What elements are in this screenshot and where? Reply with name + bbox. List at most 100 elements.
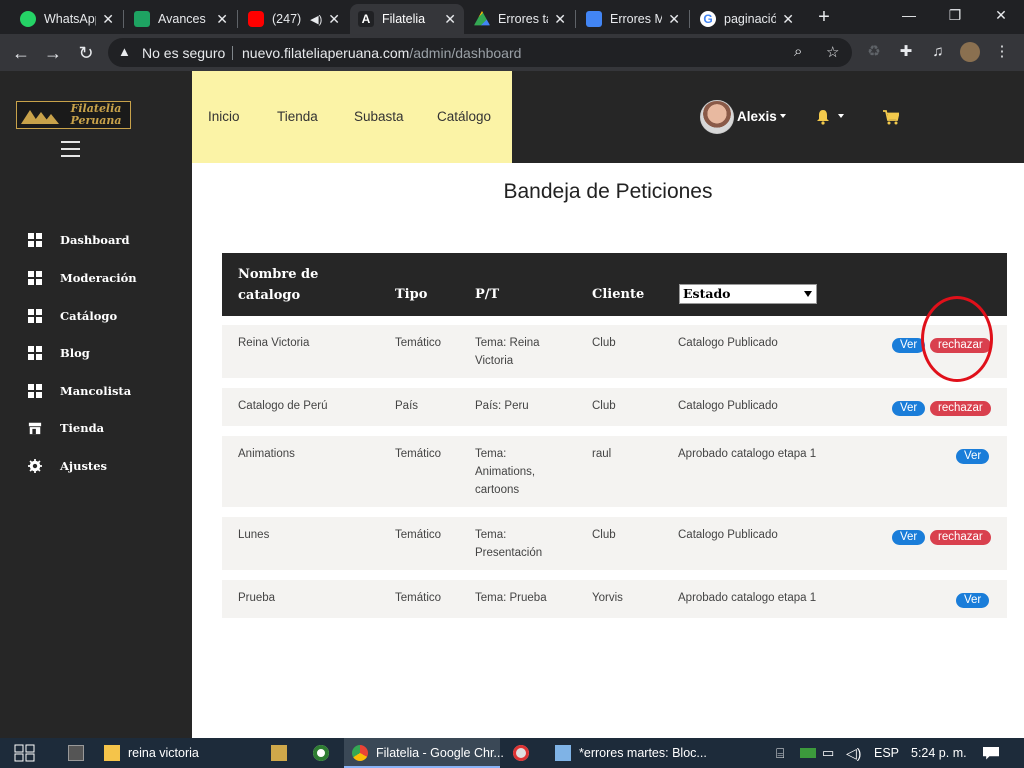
sidebar-item-label: Catálogo <box>60 309 118 323</box>
tab-filatelia[interactable]: A Filatelia ✕ <box>350 4 464 34</box>
cell-estado: Catalogo Publicado <box>678 400 778 412</box>
ver-button[interactable]: Ver <box>956 593 990 608</box>
rechazar-button[interactable]: rechazar <box>930 530 991 545</box>
browser-menu-icon[interactable]: ⋮ <box>992 42 1012 62</box>
close-window-button[interactable]: ✕ <box>978 0 1024 32</box>
zoom-search-icon[interactable]: ⌕ <box>794 43 802 60</box>
sidebar-item-dashboard[interactable]: Dashboard <box>28 230 130 250</box>
gear-icon <box>28 459 42 473</box>
cell-nombre: Reina Victoria <box>238 337 310 349</box>
extensions-puzzle-icon[interactable]: ✚ <box>896 42 916 62</box>
sidebar-item-blog[interactable]: Blog <box>28 343 90 363</box>
ver-button[interactable]: Ver <box>892 401 926 416</box>
back-button[interactable]: ← <box>8 40 34 66</box>
taskbar-item-folder[interactable]: reina victoria <box>104 738 226 768</box>
warning-icon[interactable]: ▲ <box>118 44 131 59</box>
network-tool-icon[interactable] <box>271 738 295 768</box>
cell-tipo: Temático <box>395 337 442 349</box>
brand-logo[interactable]: Filatelia Peruana <box>16 101 131 129</box>
address-bar[interactable]: ▲ No es seguro nuevo.filateliaperuana.co… <box>108 38 852 67</box>
main-content: Bandeja de Peticiones Nombre de catalogo… <box>192 163 1024 738</box>
close-tab-icon[interactable]: ✕ <box>554 11 566 28</box>
profile-avatar-icon[interactable] <box>960 42 980 62</box>
ver-button[interactable]: Ver <box>956 449 990 464</box>
reload-button[interactable]: ↻ <box>73 40 99 66</box>
cell-cliente: Club <box>592 400 616 412</box>
tab-separator <box>237 10 238 28</box>
paint-icon[interactable] <box>513 738 537 768</box>
close-tab-icon[interactable]: ✕ <box>216 11 228 28</box>
ver-button[interactable]: Ver <box>892 530 926 545</box>
tab-errores-drive[interactable]: Errores ta ✕ <box>466 4 574 34</box>
new-tab-button[interactable]: + <box>812 4 836 30</box>
cell-pt-line: País: Peru <box>475 400 529 412</box>
battery-icon[interactable] <box>800 738 824 768</box>
close-tab-icon[interactable]: ✕ <box>782 11 794 28</box>
audio-playing-icon[interactable]: ◀) <box>310 13 322 26</box>
whatsapp-icon <box>20 11 36 27</box>
angular-icon: A <box>358 11 374 27</box>
nav-tienda[interactable]: Tienda <box>277 109 318 124</box>
user-menu[interactable]: Alexis <box>737 109 786 124</box>
sidebar-item-tienda[interactable]: Tienda <box>28 418 104 438</box>
bookmark-star-icon[interactable]: ☆ <box>826 43 839 61</box>
restore-button[interactable]: ❐ <box>932 0 978 32</box>
extension-recycle-icon[interactable]: ♻ <box>864 42 884 62</box>
close-tab-icon[interactable]: ✕ <box>328 11 340 28</box>
security-label[interactable]: No es seguro <box>142 45 225 61</box>
column-header-cliente: Cliente <box>592 287 645 302</box>
language-indicator[interactable]: ESP <box>874 738 899 768</box>
minimize-button[interactable]: — <box>886 0 932 32</box>
taskbar: reina victoria Filatelia - Google Chr...… <box>0 738 1024 768</box>
nav-inicio[interactable]: Inicio <box>208 109 240 124</box>
calculator-icon[interactable] <box>68 738 92 768</box>
close-tab-icon[interactable]: ✕ <box>102 11 114 28</box>
brand-line2: Peruana <box>70 114 122 127</box>
tab-avances[interactable]: Avances I ✕ <box>126 4 236 34</box>
sheets-icon <box>134 11 150 27</box>
cart-button[interactable] <box>883 110 900 130</box>
tab-title: Avances I <box>158 12 211 26</box>
network-icon[interactable]: ▭ <box>822 738 834 768</box>
hamburger-menu-icon[interactable] <box>61 141 80 162</box>
taskbar-item-chrome[interactable]: Filatelia - Google Chr... <box>344 738 504 768</box>
notifications-button[interactable] <box>815 109 845 130</box>
tab-paginacion[interactable]: G paginació ✕ <box>692 4 802 34</box>
forward-button[interactable]: → <box>40 40 66 66</box>
avatar[interactable] <box>700 100 734 134</box>
estado-filter-select[interactable]: Estado <box>679 284 817 304</box>
clock[interactable]: 5:24 p. m. <box>911 738 967 768</box>
url-text[interactable]: nuevo.filateliaperuana.com/admin/dashboa… <box>242 45 521 61</box>
nav-subasta[interactable]: Subasta <box>354 109 404 124</box>
taskbar-item-notepad[interactable]: *errores martes: Bloc... <box>549 738 709 768</box>
sidebar-item-catalogo[interactable]: Catálogo <box>28 306 117 326</box>
tab-errores-docs[interactable]: Errores M ✕ <box>578 4 688 34</box>
sidebar-item-moderacion[interactable]: Moderación <box>28 268 137 288</box>
cell-estado: Aprobado catalogo etapa 1 <box>678 592 817 604</box>
google-icon: G <box>700 11 716 27</box>
sidebar-item-ajustes[interactable]: Ajustes <box>28 456 107 476</box>
dashboard-grid-icon <box>28 309 42 323</box>
app-green-icon[interactable] <box>313 738 337 768</box>
address-separator <box>232 46 233 60</box>
volume-icon[interactable]: ◁) <box>846 738 861 768</box>
column-header-nombre: Nombre de catalogo <box>238 264 318 306</box>
caret-down-icon <box>779 114 786 118</box>
cell-pt: Tema: Animations, cartoons <box>475 445 535 499</box>
close-tab-icon[interactable]: ✕ <box>444 11 456 28</box>
usb-icon[interactable]: ⌸ <box>776 738 784 768</box>
table-row: Catalogo de Perú País País: Peru Club Ca… <box>222 388 1007 426</box>
nav-catalogo[interactable]: Catálogo <box>437 109 491 124</box>
folder-icon <box>104 745 120 761</box>
tab-whatsapp[interactable]: WhatsApp ✕ <box>12 4 122 34</box>
close-tab-icon[interactable]: ✕ <box>668 11 680 28</box>
sidebar-item-mancolista[interactable]: Mancolista <box>28 381 131 401</box>
notifications-icon[interactable] <box>983 738 1007 768</box>
chrome-icon <box>352 745 368 761</box>
cell-cliente: raul <box>592 448 612 460</box>
tab-youtube[interactable]: (247) ◀) ✕ <box>240 4 348 34</box>
rechazar-button[interactable]: rechazar <box>930 401 991 416</box>
cell-nombre: Prueba <box>238 592 276 604</box>
task-view-icon[interactable] <box>14 738 36 768</box>
media-control-icon[interactable]: ♫ <box>928 42 948 62</box>
